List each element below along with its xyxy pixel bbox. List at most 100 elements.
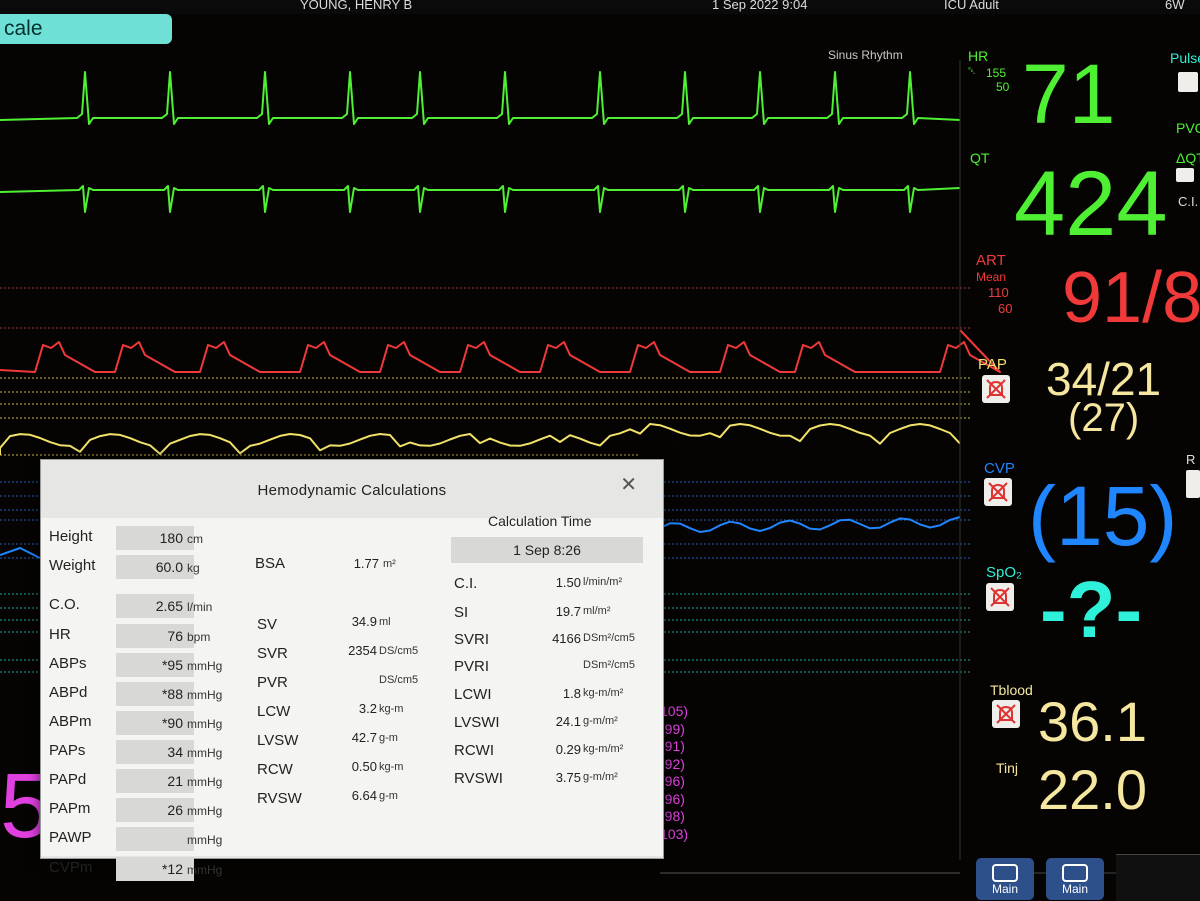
result-value: 42.7 bbox=[351, 730, 377, 745]
input-unit: cm bbox=[187, 532, 203, 546]
input-unit: mmHg bbox=[187, 717, 223, 731]
art-value[interactable]: 91/8 bbox=[1062, 262, 1200, 334]
result-unit: DS/cm5 bbox=[379, 674, 419, 686]
pink-value-list: 105) (99) (91) (92) (96) (96) (98) 103) bbox=[660, 703, 688, 843]
pap-alarm-off-icon[interactable] bbox=[982, 375, 1010, 403]
pap-label: PAP bbox=[978, 356, 1007, 373]
dialog-body: Height 180 cm Weight 60.0 kg C.O. 2.65 l/min HR 76… bbox=[41, 518, 663, 881]
result-value: 6.64 bbox=[351, 788, 377, 803]
result-value: 0.50 bbox=[351, 759, 377, 774]
rhythm-label: Sinus Rhythm bbox=[828, 48, 903, 62]
input-unit: bpm bbox=[187, 630, 211, 644]
result-value: 34.9 bbox=[351, 614, 377, 629]
input-unit: kg bbox=[187, 561, 200, 575]
input-unit: mmHg bbox=[187, 659, 223, 673]
input-value: 60.0 bbox=[155, 559, 183, 575]
close-icon[interactable]: ✕ bbox=[620, 472, 637, 497]
input-value: *90 bbox=[161, 715, 183, 731]
side-alarm-off-icon[interactable] bbox=[1186, 470, 1200, 498]
input-label: HR bbox=[49, 626, 71, 643]
cvp-value[interactable]: (15) bbox=[1028, 474, 1177, 558]
art-high-limit: 110 bbox=[988, 285, 1009, 300]
dqt-label: ΔQT bbox=[1176, 150, 1200, 166]
spo2-alarm-off-icon[interactable] bbox=[986, 583, 1014, 611]
result-label: RVSW bbox=[257, 790, 302, 807]
tinj-label: Tinj bbox=[996, 760, 1019, 776]
hr-high-limit: 155 bbox=[986, 66, 1007, 80]
pink-value: 103) bbox=[660, 825, 689, 842]
result-value: 3.2 bbox=[358, 701, 377, 716]
main-button-1-label: Main bbox=[991, 882, 1018, 896]
index-unit: l/min/m² bbox=[583, 576, 623, 588]
main-button-2[interactable]: Main bbox=[1046, 858, 1104, 900]
tblood-label: Tblood bbox=[990, 682, 1033, 698]
pink-value: (91) bbox=[660, 738, 685, 754]
result-unit: g-m bbox=[379, 790, 398, 802]
ecg-lead-2-waveform bbox=[0, 185, 961, 213]
result-unit: DS/cm5 bbox=[379, 645, 419, 657]
cvp-alarm-off-icon[interactable] bbox=[984, 478, 1012, 506]
pink-value: (96) bbox=[660, 790, 685, 807]
pink-value: (96) bbox=[660, 773, 685, 789]
qt-label: QT bbox=[970, 150, 990, 166]
main-button-2-label: Main bbox=[1061, 882, 1088, 896]
index-unit: g-m/m² bbox=[583, 771, 618, 783]
mode-tab[interactable]: cale bbox=[0, 14, 172, 44]
pulse-alarm-off-icon[interactable] bbox=[1178, 72, 1198, 92]
input-label: CVPm bbox=[49, 859, 93, 876]
hr-low-limit: 50 bbox=[996, 80, 1010, 94]
index-value: 1.8 bbox=[562, 686, 581, 701]
calculation-time-field[interactable]: 1 Sep 8:26 bbox=[451, 537, 643, 563]
ci-side-label: C.I. bbox=[1178, 194, 1199, 209]
input-value: 180 bbox=[159, 530, 183, 546]
index-label: SI bbox=[454, 604, 469, 621]
index-unit: DSm²/cm5 bbox=[583, 659, 635, 671]
input-label: Height bbox=[49, 528, 93, 545]
pink-value: 105) bbox=[660, 703, 689, 719]
unit-label: ICU Adult bbox=[944, 0, 999, 12]
index-unit: g-m/m² bbox=[583, 715, 618, 727]
spo2-value[interactable]: -?- bbox=[1040, 570, 1142, 650]
input-label: Weight bbox=[49, 557, 96, 574]
input-label: PAWP bbox=[49, 829, 92, 846]
result-unit: kg-m bbox=[379, 703, 404, 715]
input-label: ABPm bbox=[49, 713, 92, 730]
hemodynamic-calculations-dialog: Hemodynamic Calculations ✕ Height 180 cm We… bbox=[40, 459, 664, 881]
input-label: ABPs bbox=[49, 655, 87, 672]
art-label: ART bbox=[976, 252, 1006, 269]
qt-value[interactable]: 424 bbox=[1014, 158, 1168, 250]
index-label: RCWI bbox=[454, 742, 494, 759]
result-unit: ml bbox=[379, 616, 391, 628]
index-value: 3.75 bbox=[555, 770, 581, 785]
art-mean-label: Mean bbox=[976, 270, 1007, 284]
index-value: 19.7 bbox=[555, 604, 581, 619]
input-value: 26 bbox=[167, 802, 183, 818]
tinj-value[interactable]: 22.0 bbox=[1038, 762, 1147, 818]
pvc-label: PVC bbox=[1176, 120, 1200, 136]
dialog-title: Hemodynamic Calculations bbox=[257, 482, 447, 499]
result-label: PVR bbox=[257, 674, 288, 691]
index-label: SVRI bbox=[454, 631, 490, 648]
tblood-value[interactable]: 36.1 bbox=[1038, 694, 1147, 750]
input-field[interactable] bbox=[116, 827, 194, 851]
tblood-alarm-off-icon[interactable] bbox=[992, 700, 1020, 728]
art-waveform bbox=[0, 329, 1001, 373]
dqt-alarm-off-icon[interactable] bbox=[1176, 168, 1194, 182]
index-unit: kg-m/m² bbox=[583, 743, 624, 755]
date-time: 1 Sep 2022 9:04 bbox=[712, 0, 808, 12]
pink-value: (99) bbox=[660, 720, 685, 737]
result-value: 2354 bbox=[348, 643, 377, 658]
pap-mean-value[interactable]: (27) bbox=[1068, 398, 1139, 438]
index-label: LCWI bbox=[454, 686, 492, 703]
hr-value[interactable]: 71 bbox=[1022, 52, 1115, 136]
screen-icon bbox=[992, 864, 1018, 882]
input-value: *12 bbox=[161, 861, 183, 877]
input-value: *95 bbox=[161, 657, 183, 673]
spo2-label: SpO₂ bbox=[986, 564, 1022, 581]
index-value: 0.29 bbox=[555, 742, 581, 757]
cvp-label: CVP bbox=[984, 460, 1015, 477]
pink-value: (92) bbox=[660, 755, 685, 772]
screen-icon bbox=[1062, 864, 1088, 882]
main-button-1[interactable]: Main bbox=[976, 858, 1034, 900]
result-label: SVR bbox=[257, 645, 288, 662]
